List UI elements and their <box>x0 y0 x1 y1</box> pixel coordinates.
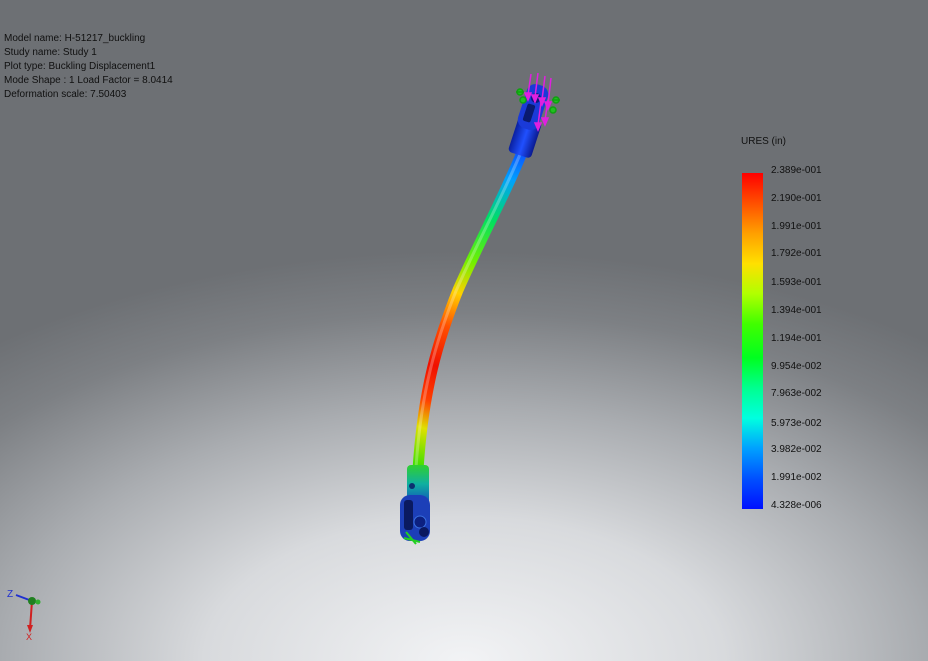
legend-tick: 1.991e-001 <box>771 221 822 232</box>
triad-icon[interactable]: Z X <box>6 585 46 641</box>
deformed-rod[interactable] <box>412 144 529 476</box>
legend-tick: 2.389e-001 <box>771 165 822 176</box>
legend-tick: 5.973e-002 <box>771 418 822 429</box>
legend-tick: 2.190e-001 <box>771 193 822 204</box>
legend-tick: 4.328e-006 <box>771 500 822 511</box>
legend-tick: 3.982e-002 <box>771 444 822 455</box>
legend-tick: 1.394e-001 <box>771 305 822 316</box>
legend-title: URES (in) <box>741 136 787 147</box>
triad-x-label: X <box>26 632 32 641</box>
legend-tick: 1.194e-001 <box>771 333 822 344</box>
color-bar <box>742 173 763 509</box>
legend-tick: 9.954e-002 <box>771 361 822 372</box>
bottom-clevis[interactable] <box>400 465 430 545</box>
legend-tick: 7.963e-002 <box>771 388 822 399</box>
legend-tick: 1.792e-001 <box>771 248 822 259</box>
legend-tick: 1.991e-002 <box>771 472 822 483</box>
legend-tick: 1.593e-001 <box>771 277 822 288</box>
model-viewport[interactable] <box>0 0 928 661</box>
triad-z-label: Z <box>7 589 13 600</box>
